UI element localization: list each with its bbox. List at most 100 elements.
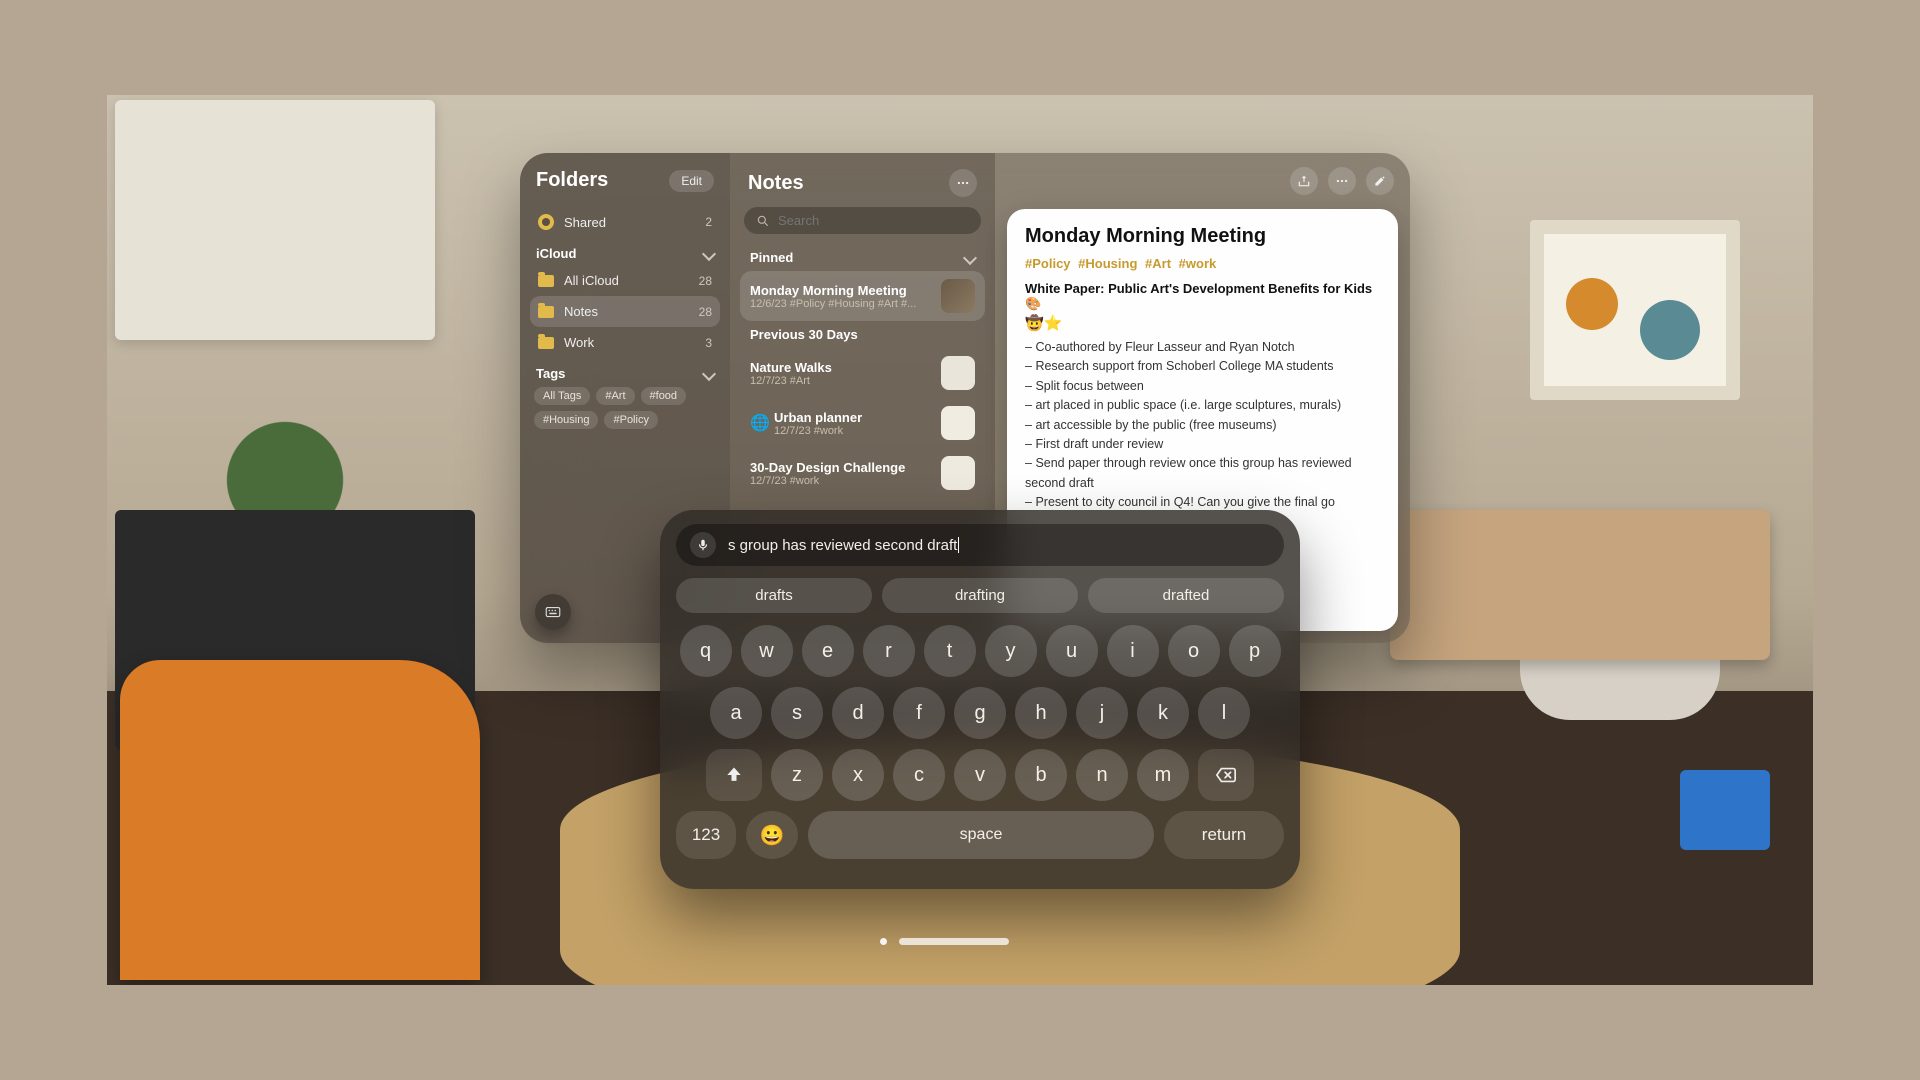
- pinned-section[interactable]: Pinned: [740, 244, 985, 271]
- key-w[interactable]: w: [741, 625, 793, 677]
- suggestion-2[interactable]: drafting: [882, 578, 1078, 613]
- key-b[interactable]: b: [1015, 749, 1067, 801]
- note-item-30day[interactable]: 30-Day Design Challenge 12/7/23 #work: [740, 448, 985, 498]
- icloud-section[interactable]: iCloud: [536, 246, 714, 261]
- ellipsis-icon: [956, 176, 970, 190]
- keyboard-text: s group has reviewed second draft: [728, 537, 957, 554]
- search-bar[interactable]: [744, 207, 981, 234]
- shared-count: 2: [705, 215, 712, 229]
- folder-count: 28: [699, 305, 712, 319]
- note-item-sub: 12/7/23 #work: [774, 425, 931, 437]
- key-backspace[interactable]: [1198, 749, 1254, 801]
- key-s[interactable]: s: [771, 687, 823, 739]
- folder-icon: [538, 306, 554, 318]
- key-n[interactable]: n: [1076, 749, 1128, 801]
- letterbox: [0, 0, 1920, 95]
- edit-button[interactable]: Edit: [669, 170, 714, 192]
- desk: [1390, 510, 1770, 660]
- suggestion-3[interactable]: drafted: [1088, 578, 1284, 613]
- key-u[interactable]: u: [1046, 625, 1098, 677]
- new-note-button[interactable]: [1366, 167, 1394, 195]
- key-i[interactable]: i: [1107, 625, 1159, 677]
- suggestion-1[interactable]: drafts: [676, 578, 872, 613]
- note-item-title: Nature Walks: [750, 360, 931, 375]
- search-input[interactable]: [778, 213, 969, 228]
- editor-more-button[interactable]: [1328, 167, 1356, 195]
- prev30-label: Previous 30 Days: [750, 327, 858, 342]
- folder-count: 28: [699, 274, 712, 288]
- keyboard-input-row[interactable]: s group has reviewed second draft: [676, 524, 1284, 566]
- dictation-button[interactable]: [690, 532, 716, 558]
- share-button[interactable]: [1290, 167, 1318, 195]
- key-o[interactable]: o: [1168, 625, 1220, 677]
- key-p[interactable]: p: [1229, 625, 1281, 677]
- virtual-keyboard: s group has reviewed second draft drafts…: [660, 510, 1300, 889]
- tag-chip[interactable]: All Tags: [534, 387, 590, 405]
- hashtag[interactable]: #Art: [1145, 256, 1171, 271]
- keyboard-suggestions: drafts drafting drafted: [676, 578, 1284, 613]
- tag-chip[interactable]: #food: [641, 387, 687, 405]
- keyboard-handle[interactable]: [535, 594, 571, 630]
- key-space[interactable]: space: [808, 811, 1154, 859]
- key-t[interactable]: t: [924, 625, 976, 677]
- tags-section[interactable]: Tags: [536, 366, 714, 381]
- compose-icon: [1373, 174, 1387, 188]
- more-button[interactable]: [949, 169, 977, 197]
- hashtag[interactable]: #Housing: [1078, 256, 1137, 271]
- note-item-monday[interactable]: Monday Morning Meeting 12/6/23 #Policy #…: [740, 271, 985, 321]
- dock-indicator[interactable]: [880, 938, 1009, 945]
- key-k[interactable]: k: [1137, 687, 1189, 739]
- note-item-urban[interactable]: 🌐 Urban planner 12/7/23 #work: [740, 398, 985, 448]
- tag-chip[interactable]: #Art: [596, 387, 634, 405]
- note-hashtags: #Policy #Housing #Art #work: [1025, 256, 1380, 271]
- folder-notes[interactable]: Notes 28: [530, 296, 720, 327]
- key-shift[interactable]: [706, 749, 762, 801]
- search-icon: [756, 214, 770, 228]
- note-bullets: Co-authored by Fleur Lasseur and Ryan No…: [1025, 338, 1380, 512]
- note-thumbnail: [941, 456, 975, 490]
- shift-icon: [724, 765, 744, 785]
- bullet: Co-authored by Fleur Lasseur and Ryan No…: [1025, 338, 1380, 357]
- key-a[interactable]: a: [710, 687, 762, 739]
- key-numbers[interactable]: 123: [676, 811, 736, 859]
- tag-chip[interactable]: #Policy: [604, 411, 657, 429]
- key-m[interactable]: m: [1137, 749, 1189, 801]
- key-x[interactable]: x: [832, 749, 884, 801]
- key-r[interactable]: r: [863, 625, 915, 677]
- key-v[interactable]: v: [954, 749, 1006, 801]
- letterbox: [0, 985, 1920, 1080]
- tag-chip[interactable]: #Housing: [534, 411, 598, 429]
- prev30-section[interactable]: Previous 30 Days: [740, 321, 985, 348]
- keyboard-text-field[interactable]: s group has reviewed second draft: [728, 537, 1270, 554]
- bullet: Research support from Schoberl College M…: [1025, 357, 1380, 376]
- note-item-nature[interactable]: Nature Walks 12/7/23 #Art: [740, 348, 985, 398]
- key-return[interactable]: return: [1164, 811, 1284, 859]
- key-f[interactable]: f: [893, 687, 945, 739]
- key-q[interactable]: q: [680, 625, 732, 677]
- key-z[interactable]: z: [771, 749, 823, 801]
- key-g[interactable]: g: [954, 687, 1006, 739]
- hashtag[interactable]: #Policy: [1025, 256, 1071, 271]
- folders-title: Folders: [536, 169, 608, 192]
- bullet: Send paper through review once this grou…: [1025, 454, 1380, 493]
- notes-title: Notes: [748, 172, 804, 195]
- key-d[interactable]: d: [832, 687, 884, 739]
- key-c[interactable]: c: [893, 749, 945, 801]
- folder-label: All iCloud: [564, 273, 619, 288]
- key-j[interactable]: j: [1076, 687, 1128, 739]
- letterbox: [1813, 0, 1920, 1080]
- shared-folder-row[interactable]: Shared 2: [530, 206, 720, 238]
- key-h[interactable]: h: [1015, 687, 1067, 739]
- folder-all-icloud[interactable]: All iCloud 28: [530, 265, 720, 296]
- note-thumbnail: [941, 356, 975, 390]
- folder-icon: [538, 337, 554, 349]
- key-l[interactable]: l: [1198, 687, 1250, 739]
- people-icon: [538, 214, 554, 230]
- key-e[interactable]: e: [802, 625, 854, 677]
- folder-label: Work: [564, 335, 594, 350]
- hashtag[interactable]: #work: [1179, 256, 1217, 271]
- folder-label: Notes: [564, 304, 598, 319]
- folder-work[interactable]: Work 3: [530, 327, 720, 358]
- key-emoji[interactable]: 😀: [746, 811, 798, 859]
- key-y[interactable]: y: [985, 625, 1037, 677]
